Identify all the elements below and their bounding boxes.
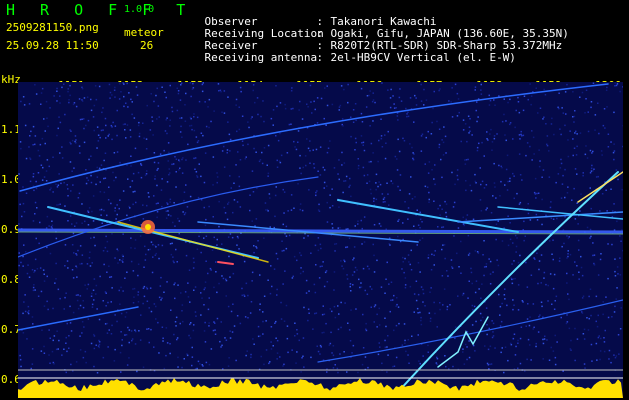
meteor-count-value: 26	[140, 39, 154, 52]
spectrogram-plot	[18, 82, 623, 398]
info-key: Receiving antenna	[204, 51, 318, 64]
meteor-count-label: meteor	[124, 26, 164, 39]
info-value: 2el-HB9CV Vertical (el. E-W)	[330, 51, 516, 64]
app-version: 1.0.0	[124, 4, 155, 15]
info-row-antenna: Receiving antenna: 2el-HB9CV Vertical (el…	[178, 40, 516, 76]
image-filename: 2509281150.png	[6, 21, 99, 34]
carrier-line	[18, 228, 623, 234]
hrofft-display: H R O F F T 1.0.0 2509281150.png meteor …	[0, 0, 629, 400]
capture-datetime: 25.09.28 11:50	[6, 39, 99, 52]
meteor-headecho	[145, 224, 151, 230]
info-separator: :	[316, 51, 324, 64]
app-title: H R O F F T	[6, 1, 194, 19]
